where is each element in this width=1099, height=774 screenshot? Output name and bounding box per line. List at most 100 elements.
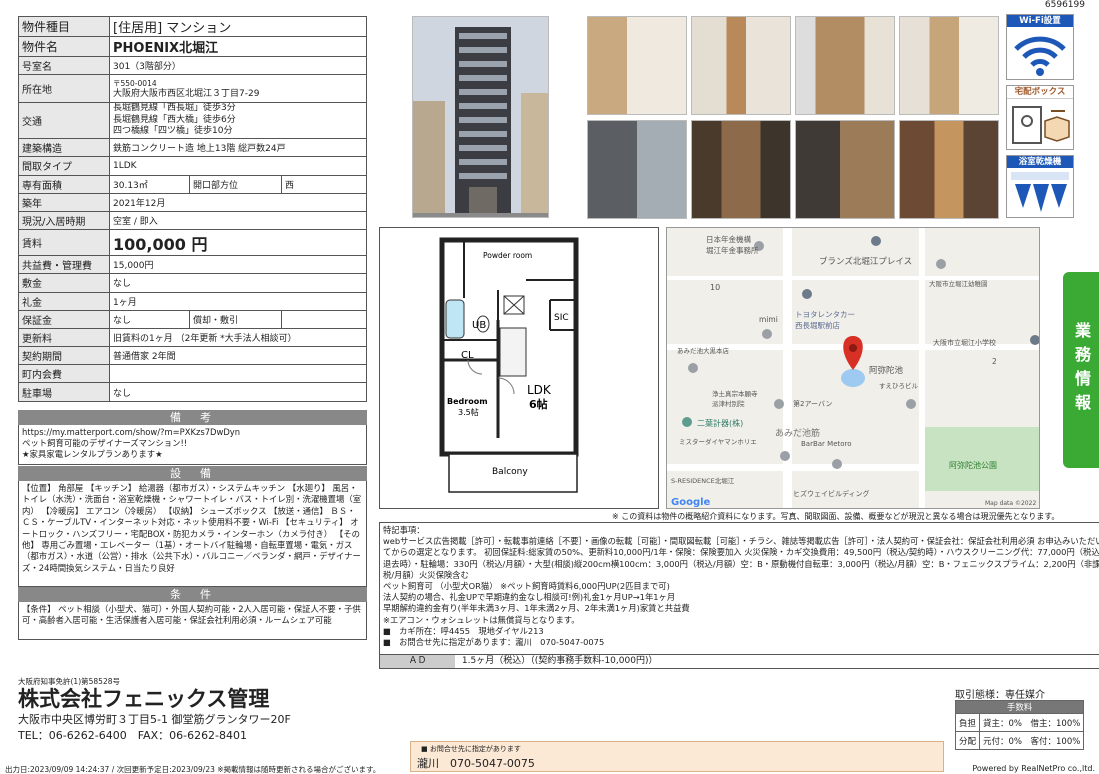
map-label: あみだ池筋 [775,427,820,439]
map-label: 阿弥陀池 [869,365,904,376]
map-label: 派津村別院 [712,399,745,408]
spec-label: 更新料 [18,327,110,348]
fee-header: 手数料 [954,700,1085,714]
spec-value: 普通借家 2年間 [109,346,367,366]
remark-line: ★家具家電レンタルプランあります★ [22,449,163,459]
map-attribution: Map data ©2022 [985,500,1036,507]
spec-value: 30.13㎡ [109,174,190,194]
footer-output-info: 出力日:2023/09/09 14:24:37 / 次回更新予定日:2023/0… [5,765,381,774]
map-label: S-RESIDENCE北堀江 [671,476,735,485]
rent-value: 100,000 円 [109,229,367,257]
company-block: 大阪府知事免許(1)第58528号 株式会社フェニックス管理 大阪市中央区博労町… [18,676,398,744]
map-label: 浄土真宗本願寺 [712,389,758,398]
matterport-link[interactable]: https://my.matterport.com/show/?m=PXKzs7… [22,427,363,438]
remark-line: ペット飼育可能のデザイナーズマンション!! [22,438,188,448]
map-drawing: 日本年金機構 堀江年金事務所 ブランズ北堀江プレイス 大阪市立堀江幼稚園 10 … [667,228,1039,508]
map-label: 二葉計器(株) [697,418,743,428]
facilities-header: 設 備 [18,466,367,481]
floorplan-drawing: Powder room UB SIC CL Bedroom 3.5帖 LDK 6… [439,237,579,493]
fee-values: 元付：0% 客付：100% [979,731,1085,750]
spec-value: 旧賃料の1ヶ月 （2年更新 *大手法人相談可） [109,327,367,348]
spec-label: 保証金 [18,309,110,329]
spec-value: 301（3階部分） [109,55,367,76]
special-notes: 特記事項： webサービス広告掲載［許可］・転載事前連絡［不要］・画像の転載［可… [379,522,1099,669]
company-address: 大阪市中央区博労町３丁目5-1 御堂筋グランタワー20F [18,713,291,726]
spec-label: 号室名 [18,55,110,76]
spec-value: 15,000円 [109,255,367,275]
spec-label: 建築構造 [18,138,110,158]
map-label: すえひろビル [879,381,919,390]
notes-line: ■ お問合せ先に指定があります：瀧川 070-5047-0075 [383,637,605,648]
room-label: Powder room [483,251,532,260]
map-label: 第2アーバン [793,399,832,408]
spec-value: [住居用] マンション [109,16,367,37]
ad-row: ＡＤ 1.5ヶ月（税込）（(契約事務手数料-10,000円)） [379,654,1099,669]
contact-box: ■ お問合せ先に指定があります 瀧川 070-5047-0075 [410,741,944,772]
spec-label: 開口部方位 [189,174,282,194]
interior-photo[interactable] [795,16,895,115]
wifi-caption: Wi-Fi設置 [1007,15,1073,27]
fee-label: 分配 [954,731,981,750]
spec-value: 1ヶ月 [109,291,367,311]
lobby-photo[interactable] [691,120,791,219]
building-photo[interactable] [412,16,549,218]
contact-value[interactable]: 瀧川 070-5047-0075 [411,754,943,772]
spec-label: 敷金 [18,273,110,293]
map-label: ブランズ北堀江プレイス [819,256,912,267]
business-info-tab[interactable]: 業務情報 [1063,272,1099,468]
map-label: 日本年金機構 [706,234,751,244]
spec-value: 西 [281,174,367,194]
transaction-mode: 取引態様：専任媒介 [955,690,1045,701]
map-label: ヒズウェイビルディング [793,489,870,498]
map-label: BarBar Metoro [801,440,852,448]
spec-label: 交通 [18,102,110,140]
spec-label: 共益費・管理費 [18,255,110,275]
spec-label: 町内会費 [18,364,110,384]
postal-code: 〒550-0014 [113,78,157,88]
license-number: 大阪府知事免許(1)第58528号 [18,677,120,686]
property-code: 6596199 [1044,0,1085,10]
spec-value: 空室 / 即入 [109,210,367,231]
lobby-photo[interactable] [899,120,999,219]
lobby-photo[interactable] [795,120,895,219]
spec-label: 物件種目 [18,16,110,37]
conditions-header: 条 件 [18,587,367,602]
spec-label: 礼金 [18,291,110,311]
company-name: 株式会社フェニックス管理 [18,687,270,711]
notes-line: 早期解約違約金有り(半年未満3ヶ月、1年未満2ヶ月、2年未満1ヶ月)家賃と共益費 [383,603,690,614]
spec-value: 鉄筋コンクリート造 地上13階 総戸数24戸 [109,138,367,158]
map[interactable]: 日本年金機構 堀江年金事務所 ブランズ北堀江プレイス 大阪市立堀江幼稚園 10 … [666,227,1040,509]
fee-table: 手数料 負担 貸主：0% 借主：100% 分配 元付：0% 客付：100% [954,700,1085,750]
fee-label: 負担 [954,713,981,732]
remarks-body: https://my.matterport.com/show/?m=PXKzs7… [18,425,367,465]
company-phone: TEL：06-6262-6400 FAX：06-6262-8401 [18,729,248,742]
spec-label: 駐車場 [18,382,110,402]
spec-label: 専有面積 [18,174,110,194]
interior-photo[interactable] [691,16,791,115]
interior-photo[interactable] [587,16,687,115]
map-label: 西長堀駅前店 [795,320,840,330]
spec-label: 現況/入居時期 [18,210,110,231]
spec-value [281,309,367,329]
notes-title: 特記事項： [383,525,425,535]
room-label: 3.5帖 [458,407,479,417]
interior-photo[interactable] [899,16,999,115]
notes-line: webサービス広告掲載［許可］・転載事前連絡［不要］・画像の転載［可能］・間取図… [383,536,1099,580]
entrance-photo[interactable] [587,120,687,219]
spec-label: 賃料 [18,229,110,257]
room-label: UB [472,320,486,331]
spec-value: なし [109,382,367,402]
map-label: mimi [759,315,778,324]
map-label: 堀江年金事務所 [706,245,759,255]
wifi-feature: Wi-Fi設置 [1006,14,1074,80]
spec-table: 物件種目 [住居用] マンション 物件名 PHOENIX北堀江 号室名 301（3階部… [18,16,367,402]
access-line: 長堀鶴見線「西長堀」徒歩3分 [113,103,236,114]
ad-value: 1.5ヶ月（税込）（(契約事務手数料-10,000円)） [461,656,658,666]
floorplan[interactable]: Powder room UB SIC CL Bedroom 3.5帖 LDK 6… [379,227,659,509]
access-line: 長堀鶴見線「西大橋」徒歩6分 [113,114,236,125]
fee-values: 貸主：0% 借主：100% [979,713,1085,732]
room-label: SIC [554,313,569,323]
property-name: PHOENIX北堀江 [109,36,367,57]
conditions-body: 【条件】 ペット相談（小型犬、猫可）・外国人契約可能・2人入居可能・保証人不要・… [18,602,367,640]
map-label: 大阪市立堀江小学校 [933,338,996,347]
